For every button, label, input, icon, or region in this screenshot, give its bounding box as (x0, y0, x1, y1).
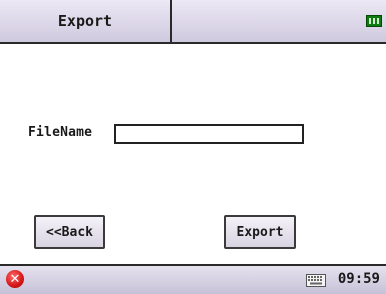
battery-icon (366, 15, 382, 27)
title-bar: Export (0, 0, 386, 44)
export-panel: FileName <<Back Export (0, 44, 386, 264)
taskbar: ✕ 09:59 (0, 264, 386, 294)
window-title: Export (0, 0, 172, 42)
keyboard-icon[interactable] (306, 274, 326, 287)
clock: 09:59 (337, 271, 380, 287)
back-button[interactable]: <<Back (34, 215, 105, 249)
filename-label: FileName (28, 125, 93, 140)
export-button[interactable]: Export (224, 215, 296, 249)
close-icon[interactable]: ✕ (6, 270, 24, 288)
filename-input[interactable] (114, 124, 304, 144)
